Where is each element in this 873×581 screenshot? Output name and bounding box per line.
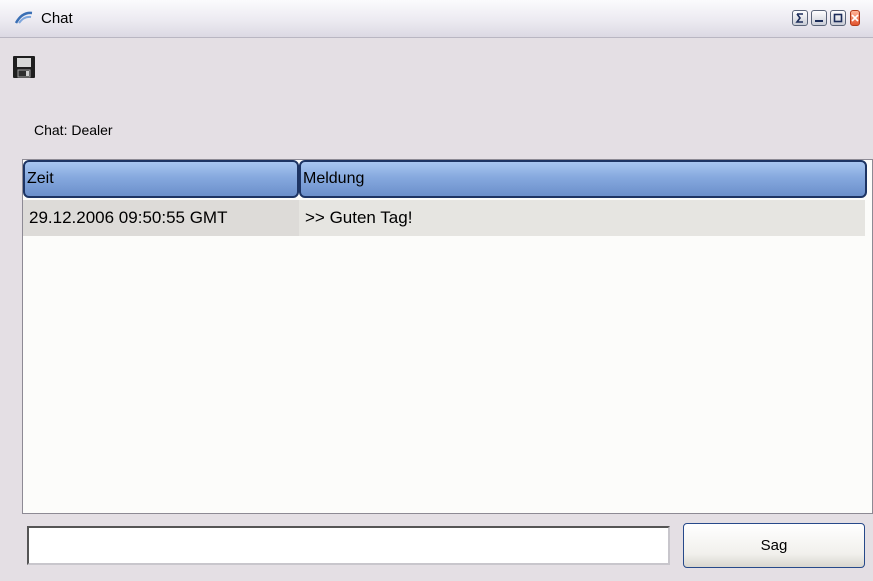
send-button[interactable]: Sag	[683, 523, 865, 568]
table-row[interactable]: 29.12.2006 09:50:55 GMT >> Guten Tag!	[23, 200, 865, 236]
message-table: Zeit Meldung 29.12.2006 09:50:55 GMT >> …	[22, 159, 873, 514]
window-title: Chat	[41, 10, 73, 27]
close-button[interactable]	[850, 10, 860, 26]
app-logo-icon	[14, 10, 34, 26]
cell-meldung: >> Guten Tag!	[305, 208, 413, 227]
sigma-button[interactable]	[792, 10, 808, 26]
cell-zeit: 29.12.2006 09:50:55 GMT	[29, 208, 228, 227]
save-disk-icon[interactable]	[12, 55, 36, 79]
column-header-zeit[interactable]: Zeit	[23, 160, 299, 198]
message-input[interactable]	[27, 526, 670, 565]
column-header-meldung[interactable]: Meldung	[299, 160, 867, 198]
minimize-button[interactable]	[811, 10, 827, 26]
chat-partner-label: Chat: Dealer	[34, 122, 113, 138]
maximize-button[interactable]	[830, 10, 846, 26]
title-bar: Chat	[0, 0, 873, 38]
